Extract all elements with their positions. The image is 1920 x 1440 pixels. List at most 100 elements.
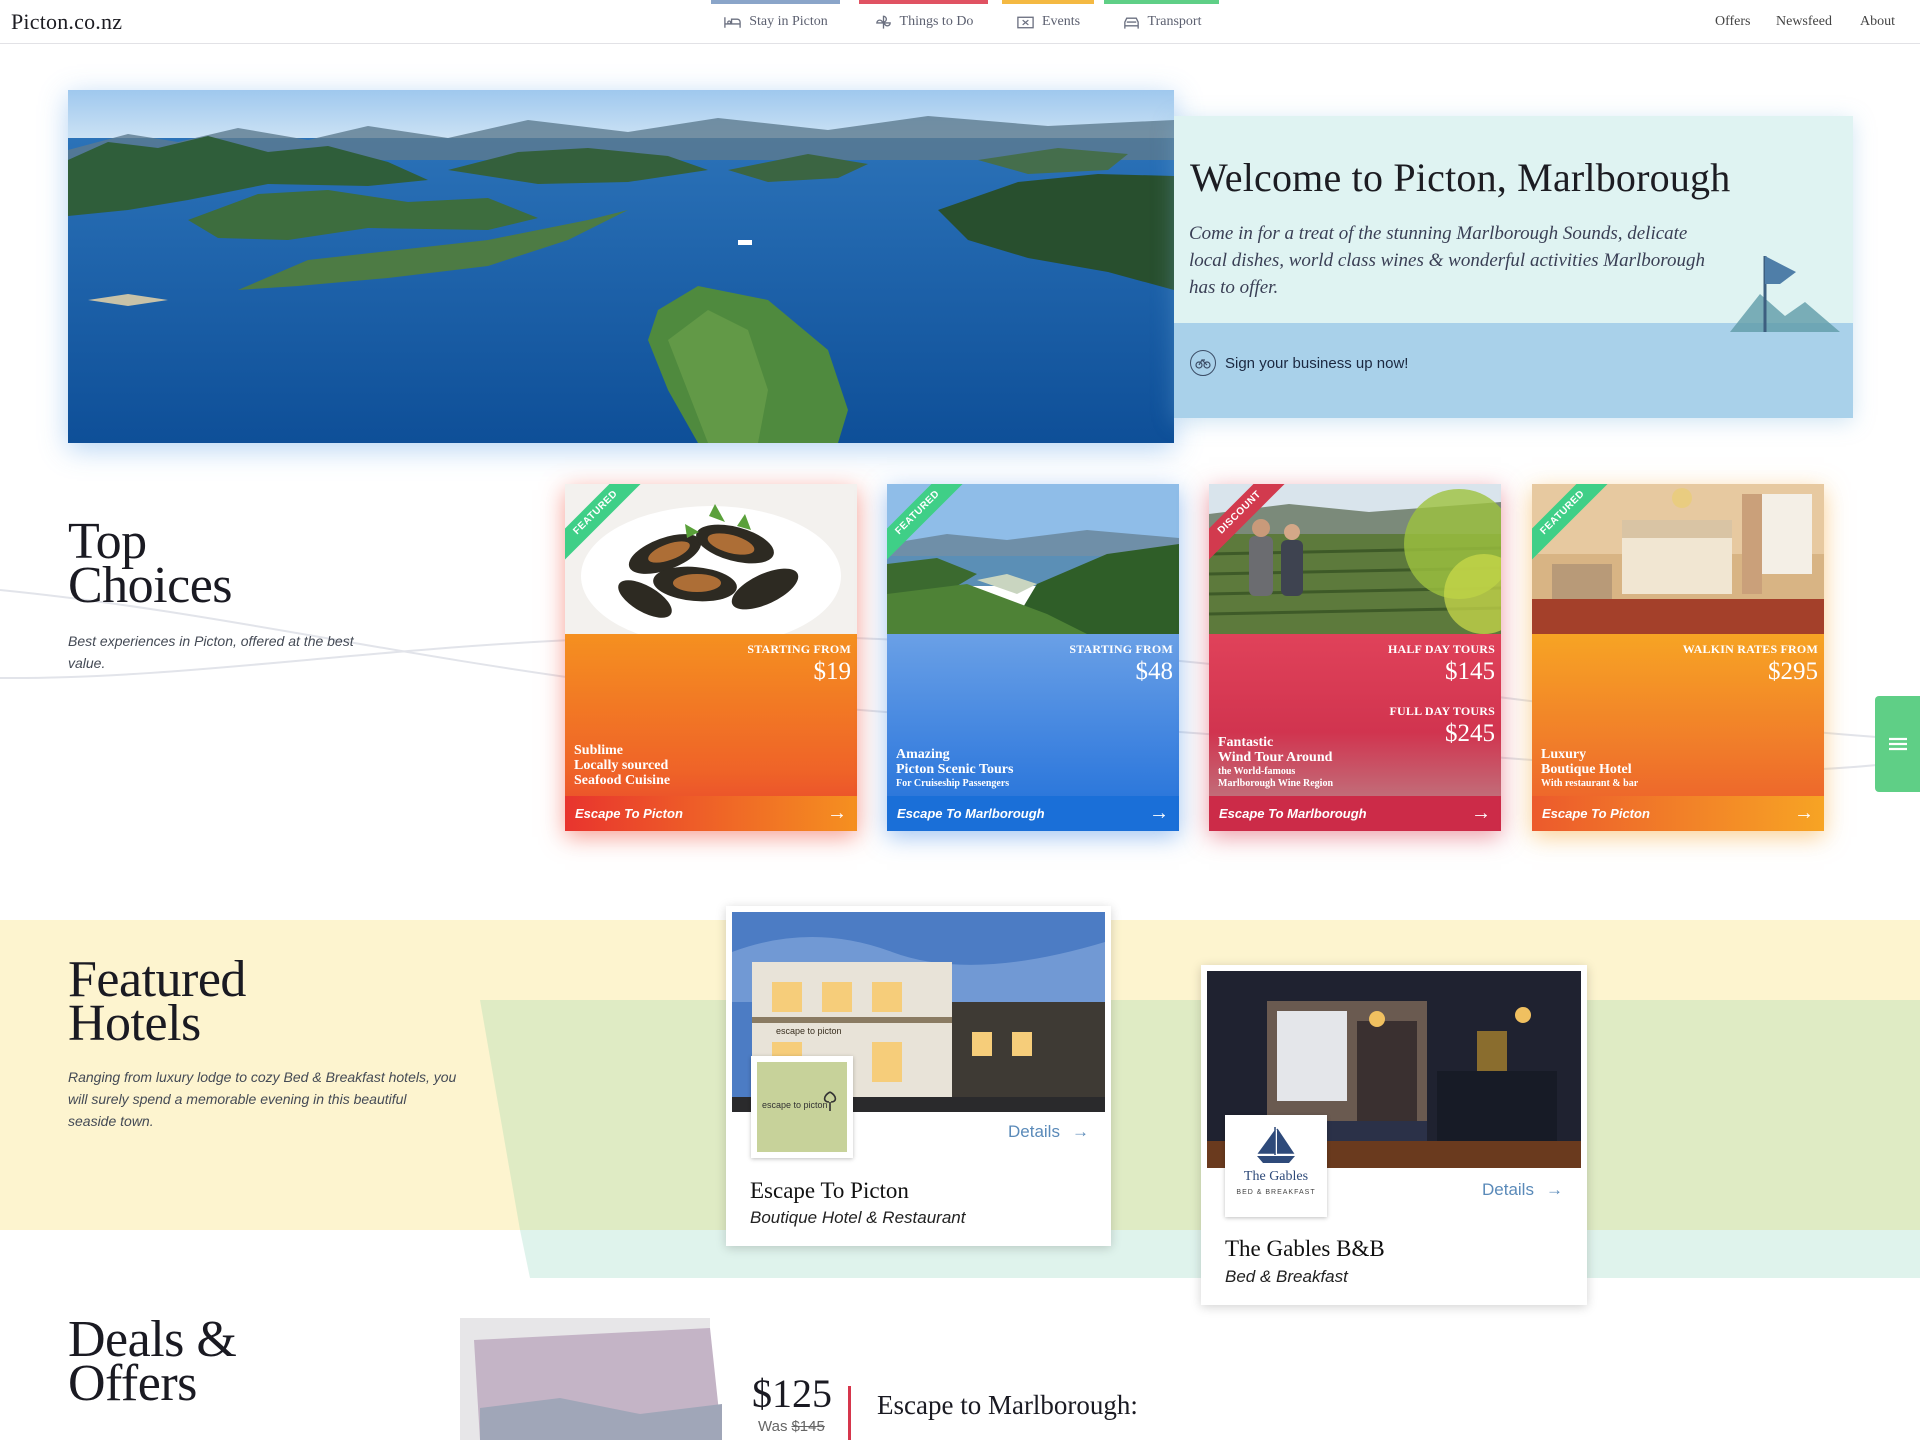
- nav-label: Transport: [1147, 14, 1202, 29]
- card-title-line: Locally sourced: [574, 758, 669, 773]
- arrow-right-icon: →: [827, 802, 847, 824]
- card-footer-link[interactable]: Escape To Picton →: [1532, 796, 1824, 831]
- choice-card[interactable]: FEATURED STARTING FROM $48 Amazing Picto…: [887, 484, 1179, 831]
- top-choices-subtitle: Best experiences in Picton, offered at t…: [68, 633, 354, 671]
- price-value: $245: [1445, 720, 1495, 747]
- arrow-right-icon: →: [1471, 802, 1491, 824]
- bed-icon: [724, 16, 741, 28]
- nav-color-bar: [711, 0, 840, 4]
- nav-color-bar: [1002, 0, 1094, 4]
- arrow-right-icon: →: [1149, 802, 1169, 824]
- nav-color-bar: [1104, 0, 1219, 4]
- flag-icon: [1730, 256, 1840, 332]
- card-footer-link[interactable]: Escape To Marlborough →: [887, 796, 1179, 831]
- hotel-type: Boutique Hotel & Restaurant: [750, 1208, 966, 1227]
- card-title-line: Luxury: [1541, 747, 1587, 762]
- details-link[interactable]: Details →: [1008, 1122, 1089, 1142]
- card-title-line: Seafood Cuisine: [574, 773, 671, 788]
- deals-title: Deals & Offers: [68, 1314, 237, 1412]
- price-label: STARTING FROM: [747, 642, 851, 656]
- nav-stay-in-picton[interactable]: Stay in Picton: [711, 0, 840, 44]
- welcome-panel: Welcome to Picton, Marlborough Come in f…: [1174, 116, 1853, 418]
- price-label: FULL DAY TOURS: [1389, 704, 1495, 718]
- hero-landscape-image: [68, 90, 1174, 443]
- details-label: Details: [1482, 1180, 1534, 1199]
- top-choices-title: Top Choices: [68, 516, 233, 614]
- building-sign: escape to picton: [776, 1026, 842, 1036]
- card-footer-label: Escape To Picton: [575, 806, 683, 821]
- choice-card[interactable]: FEATURED WALKIN RATES FROM $295 Luxury B…: [1532, 484, 1824, 831]
- hotel-card[interactable]: The Gables BED & BREAKFAST Details → The…: [1201, 965, 1587, 1305]
- hotel-logo: escape to picton: [751, 1056, 853, 1158]
- card-footer-link[interactable]: Escape To Picton →: [565, 796, 857, 831]
- card-title-line: Amazing: [896, 747, 950, 762]
- welcome-text: Come in for a treat of the stunning Marl…: [1189, 223, 1705, 298]
- logo-text: escape to picton: [762, 1100, 828, 1110]
- deal-headline[interactable]: Escape to Marlborough:: [877, 1390, 1138, 1421]
- tree-icon: [823, 1091, 837, 1111]
- price-label: HALF DAY TOURS: [1387, 642, 1495, 656]
- nav-label: Events: [1041, 14, 1081, 29]
- logo-subtext: BED & BREAKFAST: [1236, 1189, 1316, 1196]
- choice-card[interactable]: FEATURED STARTING FROM $19 Sublime Local…: [565, 484, 857, 831]
- fan-icon: [875, 15, 891, 29]
- details-link[interactable]: Details →: [1482, 1180, 1563, 1200]
- hotel-card[interactable]: escape to picton escape to picton Detail…: [726, 906, 1111, 1246]
- card-subtitle: For Cruiseship Passengers: [896, 778, 1010, 789]
- sailboat-icon: [1257, 1127, 1295, 1163]
- featured-hotels-subtitle: Ranging from luxury lodge to cozy Bed & …: [68, 1069, 457, 1129]
- card-footer-label: Escape To Picton: [1542, 806, 1650, 821]
- nav-transport[interactable]: Transport: [1104, 0, 1219, 44]
- nav-events[interactable]: Events: [1002, 0, 1094, 44]
- nav-label: Things to Do: [899, 14, 974, 29]
- deal-price: $125: [752, 1371, 832, 1416]
- nav-newsfeed[interactable]: Newsfeed: [1776, 14, 1832, 30]
- arrow-right-icon: →: [1794, 802, 1814, 824]
- card-title-line: Sublime: [574, 743, 624, 758]
- site-header: Picton.co.nz Stay in Picton Things to Do…: [0, 0, 1920, 44]
- price-value: $19: [813, 658, 852, 685]
- nav-label: Stay in Picton: [749, 14, 828, 29]
- price-label: STARTING FROM: [1069, 642, 1173, 656]
- hotel-name: Escape To Picton: [750, 1178, 909, 1203]
- arrow-right-icon: →: [1545, 1180, 1563, 1199]
- signup-business-link[interactable]: Sign your business up now!: [1190, 350, 1408, 376]
- hotel-name: The Gables B&B: [1225, 1236, 1385, 1261]
- nav-offers[interactable]: Offers: [1715, 14, 1751, 30]
- welcome-title: Welcome to Picton, Marlborough: [1190, 155, 1731, 200]
- was-value: $145: [791, 1418, 825, 1435]
- hamburger-icon: [1888, 737, 1907, 751]
- card-title-line: Picton Scenic Tours: [896, 762, 1014, 777]
- nav-color-bar: [859, 0, 988, 4]
- deal-divider: [848, 1386, 851, 1440]
- was-label: Was: [758, 1418, 788, 1435]
- logo-badge: escape to picton: [757, 1062, 847, 1152]
- deal-was-price: Was $145: [758, 1418, 825, 1435]
- arrow-right-icon: →: [1071, 1122, 1089, 1141]
- title-line: Choices: [68, 557, 233, 614]
- featured-hotels-title: Featured Hotels: [68, 954, 246, 1050]
- price-label: WALKIN RATES FROM: [1682, 642, 1818, 656]
- title-line: Offers: [68, 1355, 197, 1412]
- card-footer-link[interactable]: Escape To Marlborough →: [1209, 796, 1501, 831]
- hotel-logo: The Gables BED & BREAKFAST: [1225, 1115, 1327, 1217]
- price-value: $295: [1768, 658, 1818, 685]
- card-subtitle: the World-famous: [1218, 766, 1296, 777]
- card-footer-label: Escape To Marlborough: [1219, 806, 1367, 821]
- card-title-line: Wind Tour Around: [1218, 750, 1333, 765]
- price-value: $48: [1135, 658, 1174, 685]
- nav-things-to-do[interactable]: Things to Do: [859, 0, 988, 44]
- hotel-type: Bed & Breakfast: [1225, 1267, 1348, 1286]
- ticket-icon: [1017, 16, 1034, 28]
- details-label: Details: [1008, 1122, 1060, 1141]
- choice-card[interactable]: DISCOUNT HALF DAY TOURS $145 FULL DAY TO…: [1209, 484, 1501, 831]
- deal-image-stack: [460, 1318, 722, 1440]
- card-title-line: Fantastic: [1218, 735, 1274, 750]
- bicycle-icon: [1190, 350, 1216, 376]
- side-menu-button[interactable]: [1875, 696, 1920, 792]
- card-footer-label: Escape To Marlborough: [897, 806, 1045, 821]
- site-logo[interactable]: Picton.co.nz: [11, 9, 122, 35]
- card-subtitle: Marlborough Wine Region: [1218, 778, 1334, 789]
- signup-label: Sign your business up now!: [1225, 354, 1409, 372]
- nav-about[interactable]: About: [1860, 14, 1895, 30]
